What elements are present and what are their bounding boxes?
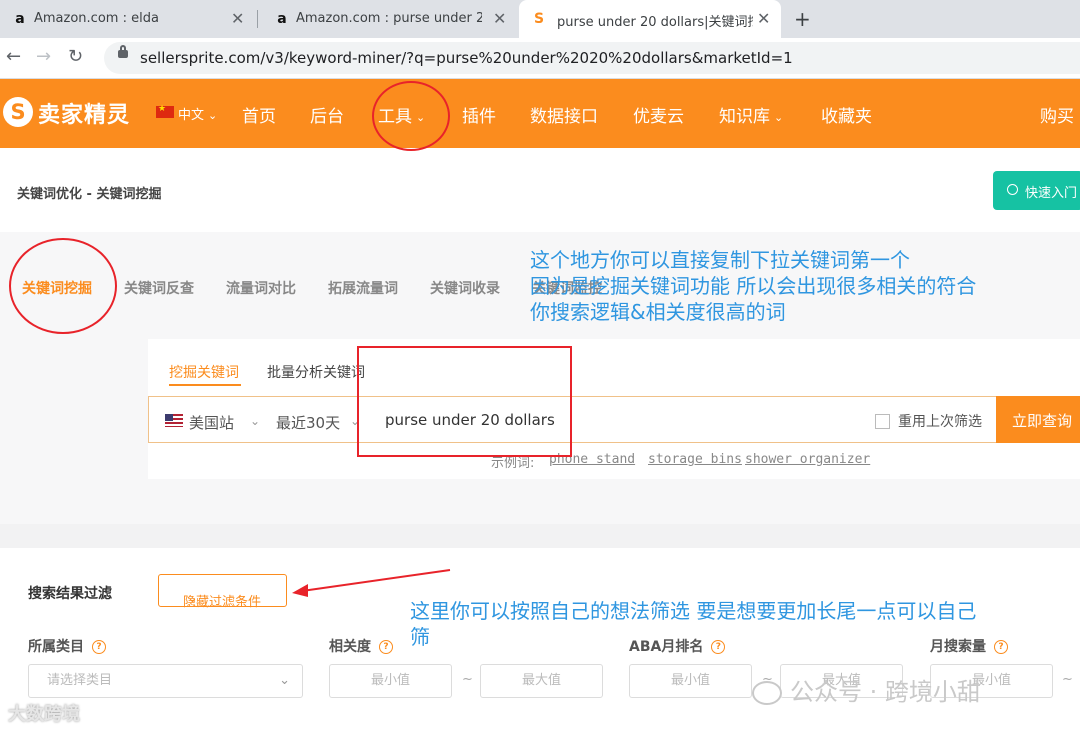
- play-circle-icon: [1007, 184, 1018, 195]
- site-logo-text[interactable]: 卖家精灵: [38, 97, 130, 129]
- tab-keyword-index[interactable]: 关键词收录: [430, 278, 500, 298]
- tab-keyword-reverse[interactable]: 关键词反查: [124, 278, 194, 298]
- filter-label-category-text: 所属类目: [28, 639, 84, 655]
- annotation-note-line: 因为是挖掘关键词功能 所以会出现很多相关的符合: [530, 274, 977, 298]
- us-flag-icon: [165, 414, 183, 427]
- tab-title: Amazon.com : elda: [34, 11, 159, 26]
- category-placeholder: 请选择类目: [47, 673, 113, 688]
- example-keyword-link[interactable]: shower organizer: [745, 452, 870, 467]
- url-text[interactable]: sellersprite.com/v3/keyword-miner/?q=pur…: [140, 49, 793, 67]
- address-bar-row: ← → ↻ sellersprite.com/v3/keyword-miner/…: [0, 38, 1080, 79]
- reload-icon[interactable]: ↻: [68, 46, 83, 67]
- watermark-left: 大数跨境: [8, 704, 80, 725]
- annotation-note-line: 这个地方你可以直接复制下拉关键词第一个: [530, 248, 910, 272]
- watermark-right: 公众号 · 跨境小甜: [752, 672, 981, 707]
- range-separator: ~: [1062, 672, 1073, 687]
- annotation-circle-tools: [372, 81, 450, 151]
- chevron-down-icon: ⌄: [187, 591, 198, 606]
- browser-tab-strip: a Amazon.com : elda ✕ a Amazon.com : pur…: [0, 0, 1080, 38]
- nav-item-home[interactable]: 首页: [242, 102, 276, 127]
- reuse-filter-checkbox[interactable]: [875, 414, 890, 429]
- tab-traffic-compare[interactable]: 流量词对比: [226, 278, 296, 298]
- filter-section-title: 搜索结果过滤: [28, 586, 112, 602]
- relevance-min-input[interactable]: 最小值: [329, 664, 452, 698]
- watermark-right-text: 公众号 · 跨境小甜: [790, 678, 981, 706]
- site-nav-bar: S 卖家精灵 中文⌄ 首页 后台 工具⌄ 插件 数据接口 优麦云 知识库⌄ 收藏…: [0, 79, 1080, 148]
- nav-item-backend[interactable]: 后台: [310, 102, 344, 127]
- range-separator: ~: [462, 672, 473, 687]
- tab-title: purse under 20 dollars|关键词挖: [557, 15, 753, 30]
- browser-tab-active[interactable]: S purse under 20 dollars|关键词挖 ✕: [519, 0, 781, 38]
- tab-title: Amazon.com : purse under 20: [296, 11, 482, 26]
- filter-label-relevance-text: 相关度: [329, 639, 371, 655]
- annotation-note-bottom: 这里你可以按照自己的想法筛选 要是想要更加长尾一点可以自己 筛: [410, 598, 976, 650]
- relevance-max-input[interactable]: 最大值: [480, 664, 603, 698]
- active-mode-underline: [169, 384, 241, 386]
- annotation-note-top: 这个地方你可以直接复制下拉关键词第一个 因为是挖掘关键词功能 所以会出现很多相关…: [530, 247, 976, 325]
- aba-rank-min-input[interactable]: 最小值: [629, 664, 752, 698]
- breadcrumb: 关键词优化 - 关键词挖掘: [17, 187, 162, 202]
- help-icon[interactable]: ?: [92, 640, 106, 654]
- language-label: 中文: [178, 108, 205, 123]
- sellersprite-logo-icon[interactable]: S: [3, 97, 33, 127]
- chevron-down-icon: ⌄: [279, 673, 290, 688]
- forward-arrow-icon[interactable]: →: [36, 46, 51, 67]
- section-divider: [0, 524, 1080, 548]
- new-tab-button[interactable]: +: [794, 7, 811, 31]
- sellersprite-favicon-icon: S: [533, 11, 545, 27]
- language-switch[interactable]: 中文 ⌄: [178, 104, 217, 123]
- tab-divider: [257, 10, 258, 28]
- close-tab-icon[interactable]: ✕: [493, 9, 506, 28]
- annotation-arrow: [292, 569, 451, 597]
- quick-entry-label: 快速入门: [1025, 186, 1078, 201]
- mode-batch-analyze[interactable]: 批量分析关键词: [267, 362, 365, 382]
- lock-icon: [118, 45, 128, 58]
- period-select[interactable]: 最近30天: [276, 412, 340, 433]
- hide-filter-button[interactable]: 隐藏过滤条件 ⌄: [158, 574, 287, 610]
- help-icon[interactable]: ?: [994, 640, 1008, 654]
- nav-item-buy[interactable]: 购买: [1040, 102, 1074, 127]
- nav-item-youmaiyun[interactable]: 优麦云: [633, 102, 684, 127]
- china-flag-icon: [156, 104, 174, 118]
- chevron-down-icon: ⌄: [208, 109, 218, 122]
- nav-item-plugin[interactable]: 插件: [462, 102, 496, 127]
- category-select[interactable]: 请选择类目 ⌄: [28, 664, 303, 698]
- example-keyword-link[interactable]: storage bins: [648, 452, 742, 467]
- mode-mine-keywords[interactable]: 挖掘关键词: [169, 362, 239, 382]
- close-tab-icon[interactable]: ✕: [231, 9, 244, 28]
- annotation-circle-tab: [9, 238, 117, 334]
- url-bar[interactable]: sellersprite.com/v3/keyword-miner/?q=pur…: [104, 42, 1080, 74]
- amazon-favicon-icon: a: [277, 11, 287, 27]
- nav-item-favorites[interactable]: 收藏夹: [821, 102, 872, 127]
- nav-item-knowledge-base[interactable]: 知识库 ⌄: [719, 102, 783, 127]
- browser-tab[interactable]: a Amazon.com : elda ✕: [0, 0, 256, 38]
- browser-tab[interactable]: a Amazon.com : purse under 20 ✕: [262, 0, 516, 38]
- amazon-favicon-icon: a: [15, 11, 25, 27]
- back-arrow-icon[interactable]: ←: [6, 46, 21, 67]
- marketplace-select[interactable]: 美国站: [189, 412, 234, 433]
- annotation-note-line: 这里你可以按照自己的想法筛选 要是想要更加长尾一点可以自己: [410, 599, 977, 623]
- search-submit-button[interactable]: 立即查询: [996, 396, 1080, 443]
- close-tab-icon[interactable]: ✕: [757, 9, 770, 28]
- filter-label-relevance: 相关度?: [329, 636, 393, 656]
- reuse-filter-label: 重用上次筛选: [898, 414, 982, 430]
- nav-item-data-api[interactable]: 数据接口: [530, 102, 598, 127]
- nav-item-knowledge-base-label: 知识库: [719, 107, 770, 127]
- search-submit-label: 立即查询: [1012, 412, 1073, 430]
- chevron-down-icon: ⌄: [250, 414, 261, 428]
- annotation-box-search: [357, 346, 572, 457]
- filter-label-category: 所属类目?: [28, 636, 106, 656]
- chevron-down-icon: ⌄: [774, 110, 784, 124]
- annotation-note-line: 筛: [410, 625, 430, 649]
- tab-expand-traffic[interactable]: 拓展流量词: [328, 278, 398, 298]
- quick-entry-button[interactable]: 快速入门: [993, 171, 1080, 210]
- wechat-icon: [752, 681, 782, 705]
- annotation-note-line: 你搜索逻辑&相关度很高的词: [530, 300, 786, 324]
- help-icon[interactable]: ?: [379, 640, 393, 654]
